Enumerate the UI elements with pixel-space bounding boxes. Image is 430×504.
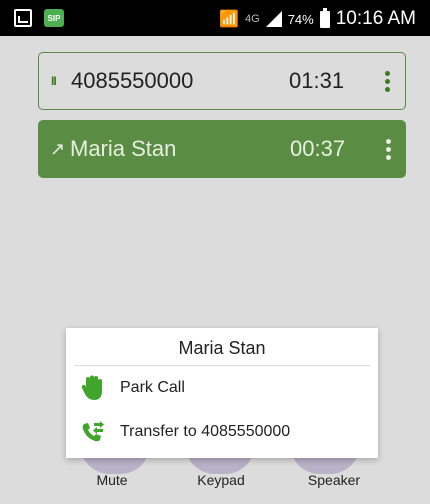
outgoing-call-icon: ↗: [50, 138, 65, 159]
overflow-menu-icon[interactable]: [370, 138, 406, 160]
park-call-item[interactable]: Park Call: [66, 366, 378, 410]
speaker-label: Speaker: [307, 472, 361, 488]
call-name: 4085550000: [71, 68, 194, 93]
transfer-call-item[interactable]: Transfer to 4085550000: [66, 410, 378, 454]
gallery-notification-icon: [14, 9, 32, 27]
dialog-title: Maria Stan: [74, 328, 370, 366]
network-type: 4G: [245, 13, 260, 25]
transfer-call-label: Transfer to 4085550000: [120, 423, 291, 440]
wifi-icon: 📶: [219, 11, 239, 28]
sip-app-icon: SIP: [44, 9, 64, 27]
call-row-held[interactable]: II 4085550000 01:31: [38, 52, 406, 110]
call-row-active[interactable]: ↗ Maria Stan 00:37: [38, 120, 406, 178]
battery-icon: [319, 7, 330, 28]
keypad-label: Keypad: [197, 472, 245, 488]
clock: 10:16 AM: [335, 8, 416, 29]
transfer-call-icon: [80, 419, 106, 445]
signal-icon: [265, 11, 282, 27]
call-timer: 00:37: [290, 136, 346, 161]
battery-percent: 74%: [287, 11, 314, 27]
park-call-label: Park Call: [120, 379, 185, 396]
call-actions-dialog: Maria Stan Park Call Transfer to 4085550…: [66, 328, 378, 458]
pause-icon: II: [51, 74, 57, 88]
call-timer: 01:31: [289, 68, 345, 93]
hand-icon: [80, 375, 106, 401]
call-name: Maria Stan: [70, 136, 177, 161]
overflow-menu-icon[interactable]: [369, 70, 405, 92]
call-controls: Mute Keypad Speaker: [0, 472, 430, 492]
status-bar: SIP 📶 4G 74% 10:16 AM: [0, 0, 430, 36]
mute-label: Mute: [96, 472, 128, 488]
